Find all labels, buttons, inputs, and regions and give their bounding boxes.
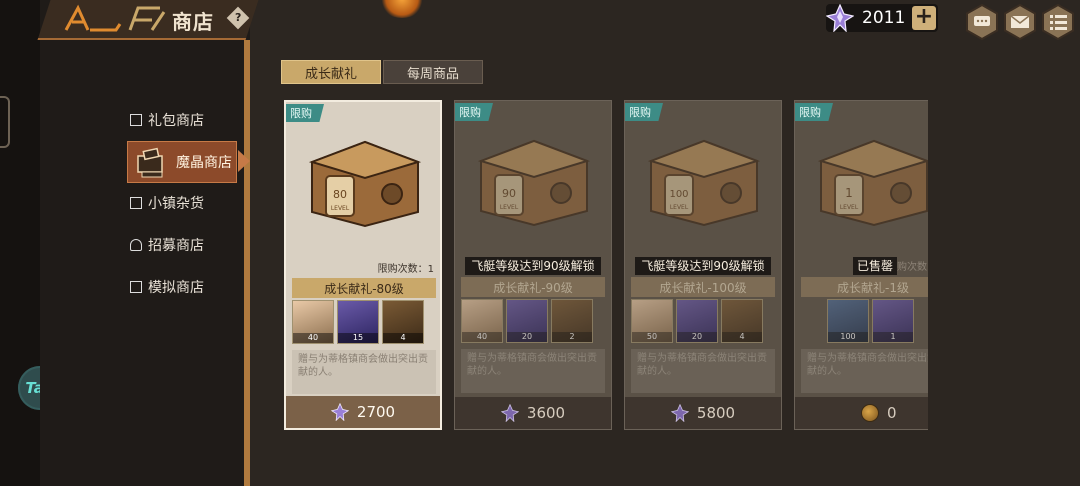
unlock-requirement: 飞艇等级达到90级解锁 bbox=[455, 257, 611, 275]
card-title: 成长献礼-90级 bbox=[461, 277, 605, 297]
sidebar-item-town-goods[interactable]: 小镇杂货 bbox=[130, 191, 204, 215]
sidebar-item-crystal-shop[interactable]: 魔晶商店 bbox=[127, 141, 237, 183]
sidebar-item-label: 模拟商店 bbox=[148, 280, 204, 296]
sidebar-item-label: 礼包商店 bbox=[148, 113, 204, 129]
tab-growth-gift[interactable]: 成长献礼 bbox=[281, 60, 381, 84]
reward-list: 40 15 4 bbox=[292, 300, 436, 346]
limited-badge: 限购 bbox=[795, 103, 833, 121]
svg-text:1: 1 bbox=[845, 186, 853, 200]
left-edge-strip bbox=[0, 0, 40, 486]
sidebar-item-sim-shop[interactable]: 模拟商店 bbox=[130, 275, 204, 299]
reward-item-ticket[interactable]: 1 bbox=[872, 299, 914, 343]
reward-list: 100 1 bbox=[801, 299, 928, 345]
sidebar-item-label: 招募商店 bbox=[148, 238, 204, 254]
svg-text:LEVEL: LEVEL bbox=[840, 204, 859, 211]
price-value: 0 bbox=[887, 404, 897, 422]
mail-button[interactable] bbox=[1002, 4, 1038, 40]
buy-button[interactable]: 3600 bbox=[455, 397, 611, 429]
chat-button[interactable] bbox=[964, 4, 1000, 40]
reward-item-supply-box[interactable]: 4 bbox=[382, 300, 424, 344]
shop-card-level-1[interactable]: 限购 1 LEVEL 已售罄 购次数 成长献礼-1级 100 1 赠与为蒂格镇商会… bbox=[794, 100, 928, 430]
add-currency-button[interactable]: + bbox=[912, 6, 936, 30]
sidebar-item-gift-shop[interactable]: 礼包商店 bbox=[130, 108, 204, 132]
reward-item-ticket[interactable]: 20 bbox=[676, 299, 718, 343]
card-body: 限购 90 LEVEL 飞艇等级达到90级解锁 成长献礼-90级 40 20 2… bbox=[455, 101, 611, 397]
price-value: 2700 bbox=[356, 403, 396, 421]
shop-card-level-90[interactable]: 限购 90 LEVEL 飞艇等级达到90级解锁 成长献礼-90级 40 20 2… bbox=[454, 100, 612, 430]
crystal-currency-icon bbox=[826, 4, 854, 32]
crystal-currency-icon bbox=[500, 404, 519, 422]
card-body: 限购 1 LEVEL 已售罄 购次数 成长献礼-1级 100 1 赠与为蒂格镇商会… bbox=[795, 101, 928, 397]
card-description: 赠与为蒂格镇商会做出突出贡献的人。 bbox=[461, 349, 605, 393]
monitor-icon bbox=[130, 281, 142, 293]
page-title: 商店 bbox=[172, 10, 214, 34]
reward-item-hero-shard[interactable]: 40 bbox=[461, 299, 503, 343]
card-description: 赠与为蒂格镇商会做出突出贡献的人。 bbox=[801, 349, 928, 393]
crystal-currency-icon bbox=[670, 404, 689, 422]
sidebar-item-label: 魔晶商店 bbox=[176, 155, 232, 171]
svg-text:LEVEL: LEVEL bbox=[500, 204, 519, 211]
reward-item-crystal[interactable]: 100 bbox=[827, 299, 869, 343]
reward-list: 40 20 2 bbox=[461, 299, 605, 345]
sold-out-label: 已售罄 购次数 bbox=[795, 257, 928, 275]
buy-button[interactable]: 2700 bbox=[286, 396, 440, 428]
active-nav-arrow-icon bbox=[238, 150, 250, 172]
card-body: 限购 80 LEVEL 限购次数：1 成长献礼-80级 40 15 4 赠与为蒂… bbox=[286, 102, 440, 398]
card-title: 成长献礼-80级 bbox=[292, 278, 436, 298]
reward-item-supply-box[interactable]: 2 bbox=[551, 299, 593, 343]
reward-item-hero-shard[interactable]: 40 bbox=[292, 300, 334, 344]
card-title: 成长献礼-100级 bbox=[631, 277, 775, 297]
shop-card-level-100[interactable]: 限购 100 LEVEL 飞艇等级达到90级解锁 成长献礼-100级 50 20… bbox=[624, 100, 782, 430]
card-body: 限购 100 LEVEL 飞艇等级达到90级解锁 成长献礼-100级 50 20… bbox=[625, 101, 781, 397]
game-logo[interactable] bbox=[60, 4, 170, 34]
price-value: 5800 bbox=[696, 404, 736, 422]
reward-item-ticket[interactable]: 20 bbox=[506, 299, 548, 343]
menu-button[interactable] bbox=[1040, 4, 1076, 40]
svg-text:90: 90 bbox=[502, 187, 516, 200]
reward-item-hero-shard[interactable]: 50 bbox=[631, 299, 673, 343]
glowing-orb-icon bbox=[380, 0, 424, 18]
limited-badge: 限购 bbox=[455, 103, 493, 121]
purchase-limit-count: 限购次数：1 bbox=[377, 264, 434, 275]
limited-badge: 限购 bbox=[625, 103, 663, 121]
price-value: 3600 bbox=[526, 404, 566, 422]
bell-icon bbox=[130, 239, 142, 251]
limited-badge: 限购 bbox=[286, 104, 324, 122]
shop-card-level-80[interactable]: 限购 80 LEVEL 限购次数：1 成长献礼-80级 40 15 4 赠与为蒂… bbox=[284, 100, 442, 430]
level-chest-icon: 1 LEVEL bbox=[817, 139, 928, 227]
card-description: 赠与为蒂格镇商会做出突出贡献的人。 bbox=[292, 350, 436, 394]
tab-weekly-goods[interactable]: 每周商品 bbox=[383, 60, 483, 84]
menu-icon bbox=[1050, 15, 1067, 30]
side-drawer-handle[interactable] bbox=[0, 96, 10, 148]
card-clip: 限购 1 LEVEL 已售罄 购次数 成长献礼-1级 100 1 赠与为蒂格镇商会… bbox=[794, 100, 928, 430]
unlock-requirement: 飞艇等级达到90级解锁 bbox=[625, 257, 781, 275]
buy-button[interactable]: 5800 bbox=[625, 397, 781, 429]
crystal-shop-emblem-icon bbox=[137, 147, 163, 178]
svg-text:80: 80 bbox=[333, 188, 347, 201]
sidebar-item-recruit-shop[interactable]: 招募商店 bbox=[130, 233, 204, 257]
sidebar-divider bbox=[244, 40, 250, 486]
card-title: 成长献礼-1级 bbox=[801, 277, 928, 297]
svg-text:LEVEL: LEVEL bbox=[670, 204, 689, 211]
level-chest-icon: 80 LEVEL bbox=[308, 140, 422, 228]
gift-icon bbox=[130, 114, 142, 126]
shop-icon bbox=[130, 197, 142, 209]
reward-item-supply-box[interactable]: 4 bbox=[721, 299, 763, 343]
svg-text:100: 100 bbox=[669, 189, 688, 200]
reward-list: 50 20 4 bbox=[631, 299, 775, 345]
svg-text:LEVEL: LEVEL bbox=[331, 205, 350, 212]
buy-button[interactable]: 0 bbox=[795, 397, 928, 429]
reward-item-ticket[interactable]: 15 bbox=[337, 300, 379, 344]
card-description: 赠与为蒂格镇商会做出突出贡献的人。 bbox=[631, 349, 775, 393]
level-chest-icon: 90 LEVEL bbox=[477, 139, 591, 227]
currency-value: 2011 bbox=[862, 8, 906, 28]
gold-coin-icon bbox=[861, 404, 879, 422]
sidebar-item-label: 小镇杂货 bbox=[148, 196, 204, 212]
level-chest-icon: 100 LEVEL bbox=[647, 139, 761, 227]
crystal-currency-icon bbox=[330, 403, 349, 421]
